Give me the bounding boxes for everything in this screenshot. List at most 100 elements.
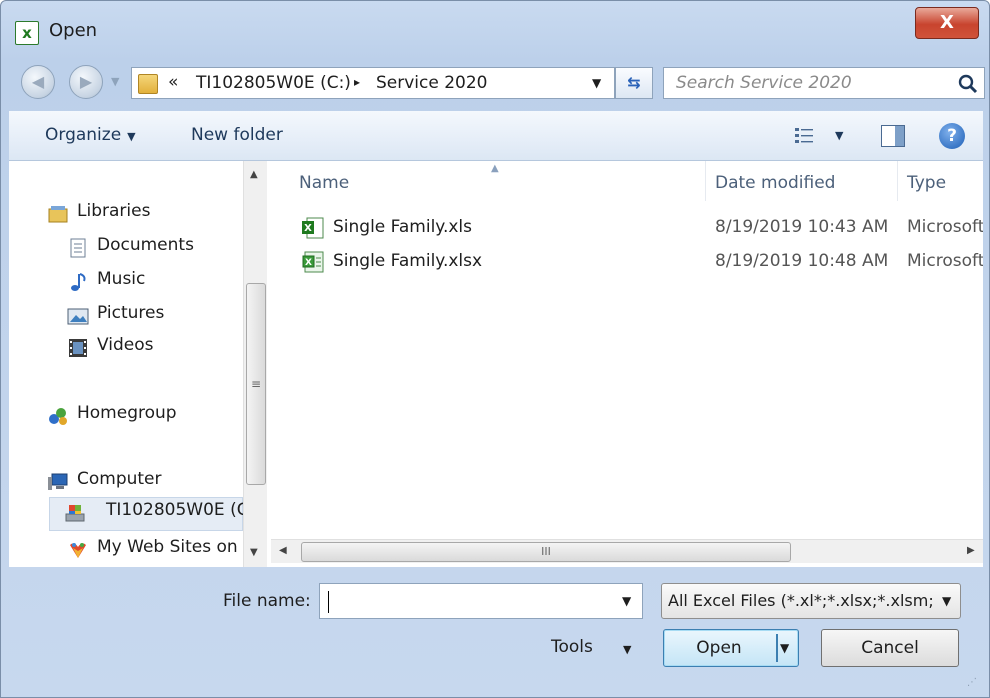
scroll-left-icon[interactable]: ◀ bbox=[279, 545, 287, 556]
file-name: Single Family.xlsx bbox=[333, 251, 483, 271]
tools-dropdown-icon[interactable]: ▼ bbox=[623, 643, 631, 656]
view-options-icon[interactable] bbox=[793, 125, 817, 147]
homegroup-icon bbox=[49, 408, 67, 425]
column-divider[interactable] bbox=[705, 161, 706, 201]
address-bar[interactable]: « TI102805W0E (C:) ▸ Service 2020 ▼ bbox=[131, 67, 615, 99]
file-row[interactable]: X Single Family.xlsx 8/19/2019 10:48 AM … bbox=[271, 247, 983, 277]
open-dialog: x Open X ◀ ▶ ▼ « TI102805W0E (C:) ▸ Serv… bbox=[0, 0, 990, 698]
open-options-dropdown-icon[interactable]: ▼ bbox=[780, 630, 789, 666]
breadcrumb-separator[interactable]: ▸ bbox=[354, 75, 360, 89]
sidebar-item-web-sites[interactable]: My Web Sites on bbox=[67, 535, 243, 565]
scroll-down-icon[interactable]: ▼ bbox=[250, 547, 258, 558]
close-button[interactable]: X bbox=[915, 7, 979, 39]
web-sites-icon bbox=[70, 543, 86, 558]
navigation-scrollbar[interactable]: ▲ ≡ ▼ bbox=[243, 161, 267, 567]
svg-text:X: X bbox=[304, 223, 312, 234]
new-folder-button[interactable]: New folder bbox=[191, 125, 283, 145]
excel-icon: x bbox=[15, 21, 39, 45]
window-title: Open bbox=[49, 20, 98, 41]
column-header-type[interactable]: Type bbox=[907, 173, 946, 193]
file-type-filter[interactable]: All Excel Files (*.xl*;*.xlsx;*.xlsm; ▼ bbox=[661, 583, 961, 619]
libraries-icon bbox=[48, 206, 68, 223]
sidebar-item-homegroup[interactable]: Homegroup bbox=[47, 401, 237, 431]
file-date: 8/19/2019 10:48 AM bbox=[715, 251, 889, 271]
resize-grip-icon[interactable]: ⋰ bbox=[967, 677, 977, 688]
organize-button[interactable]: Organize ▼ bbox=[45, 125, 136, 145]
file-type-filter-value: All Excel Files (*.xl*;*.xlsx;*.xlsm; bbox=[668, 591, 934, 610]
sidebar-item-label: TI102805W0E (C:) bbox=[106, 500, 261, 520]
scroll-right-icon[interactable]: ▶ bbox=[967, 545, 975, 556]
file-list-scrollbar[interactable]: ◀ III ▶ bbox=[271, 539, 983, 563]
open-button-label: Open bbox=[696, 638, 742, 658]
sidebar-item-label: Homegroup bbox=[77, 403, 177, 423]
videos-icon bbox=[69, 339, 87, 357]
sidebar-item-label: Videos bbox=[97, 335, 154, 355]
navigation-pane: Libraries Documents Music Pictures Video… bbox=[9, 161, 267, 567]
text-caret bbox=[328, 591, 329, 613]
pictures-icon bbox=[67, 308, 89, 325]
file-name-label: File name: bbox=[223, 591, 311, 611]
folder-icon bbox=[138, 74, 158, 94]
tools-button[interactable]: Tools bbox=[551, 637, 593, 657]
title-bar: x Open X bbox=[1, 1, 989, 63]
file-name-dropdown-icon[interactable]: ▼ bbox=[622, 594, 631, 608]
column-header-name[interactable]: Name bbox=[299, 173, 349, 193]
column-divider[interactable] bbox=[897, 161, 898, 201]
documents-icon bbox=[70, 238, 86, 258]
breadcrumb-drive[interactable]: TI102805W0E (C:) bbox=[196, 73, 351, 93]
chevron-down-icon[interactable]: ▼ bbox=[111, 75, 119, 88]
sidebar-item-pictures[interactable]: Pictures bbox=[67, 301, 237, 331]
scrollbar-thumb[interactable]: ≡ bbox=[246, 283, 266, 485]
file-date: 8/19/2019 10:43 AM bbox=[715, 217, 889, 237]
computer-icon bbox=[48, 473, 68, 490]
search-input[interactable]: Search Service 2020 bbox=[663, 67, 985, 99]
split-divider bbox=[776, 634, 778, 662]
breadcrumb-folder[interactable]: Service 2020 bbox=[376, 73, 488, 93]
chevron-down-icon: ▼ bbox=[942, 594, 952, 608]
column-header-date[interactable]: Date modified bbox=[715, 173, 835, 193]
back-arrow-icon[interactable]: ◀ bbox=[21, 65, 55, 99]
file-type: Microsoft bbox=[907, 251, 983, 271]
scroll-up-icon[interactable]: ▲ bbox=[250, 169, 258, 180]
sidebar-item-computer[interactable]: Computer bbox=[47, 467, 237, 497]
browser-area: Libraries Documents Music Pictures Video… bbox=[9, 161, 983, 567]
refresh-button[interactable]: ⇆ bbox=[615, 67, 653, 99]
svg-text:X: X bbox=[305, 258, 312, 268]
file-name-field[interactable]: ▼ bbox=[319, 583, 643, 619]
sidebar-item-documents[interactable]: Documents bbox=[67, 233, 237, 263]
scrollbar-thumb[interactable]: III bbox=[301, 542, 791, 562]
sidebar-item-label: Computer bbox=[77, 469, 162, 489]
sidebar-item-music[interactable]: Music bbox=[67, 267, 237, 297]
sidebar-item-videos[interactable]: Videos bbox=[67, 333, 237, 363]
help-icon[interactable]: ? bbox=[939, 123, 965, 149]
organize-caret-icon: ▼ bbox=[127, 130, 136, 143]
view-dropdown-icon[interactable]: ▼ bbox=[835, 129, 843, 142]
file-name-input[interactable] bbox=[326, 590, 616, 612]
sort-ascending-icon: ▲ bbox=[491, 163, 499, 174]
file-list: ▲ Name Date modified Type X Single Famil… bbox=[271, 161, 983, 567]
forward-arrow-icon[interactable]: ▶ bbox=[69, 65, 103, 99]
file-row[interactable]: X Single Family.xls 8/19/2019 10:43 AM M… bbox=[271, 213, 983, 243]
sidebar-item-label: My Web Sites on bbox=[97, 537, 238, 557]
open-button[interactable]: Open ▼ bbox=[663, 629, 799, 667]
excel-xlsx-file-icon: X bbox=[302, 251, 324, 273]
cancel-button[interactable]: Cancel bbox=[821, 629, 959, 667]
preview-pane-icon[interactable] bbox=[881, 125, 905, 147]
sidebar-item-label: Music bbox=[97, 269, 146, 289]
drive-icon bbox=[65, 505, 85, 522]
sidebar-item-label: Pictures bbox=[97, 303, 165, 323]
organize-label: Organize bbox=[45, 125, 122, 145]
sidebar-item-label: Documents bbox=[97, 235, 194, 255]
music-icon bbox=[71, 273, 86, 291]
sidebar-item-label: Libraries bbox=[77, 201, 151, 221]
command-bar: Organize ▼ New folder ▼ ? bbox=[9, 111, 983, 161]
file-name: Single Family.xls bbox=[333, 217, 472, 237]
navigation-bar: ◀ ▶ ▼ « TI102805W0E (C:) ▸ Service 2020 … bbox=[1, 61, 989, 105]
sidebar-item-drive[interactable]: TI102805W0E (C:) bbox=[49, 497, 261, 531]
file-type: Microsoft bbox=[907, 217, 983, 237]
search-icon[interactable] bbox=[956, 72, 980, 96]
address-dropdown-icon[interactable]: ▼ bbox=[592, 76, 601, 90]
excel-xls-file-icon: X bbox=[302, 217, 324, 239]
sidebar-item-libraries[interactable]: Libraries bbox=[47, 199, 237, 229]
address-overflow[interactable]: « bbox=[168, 72, 178, 92]
